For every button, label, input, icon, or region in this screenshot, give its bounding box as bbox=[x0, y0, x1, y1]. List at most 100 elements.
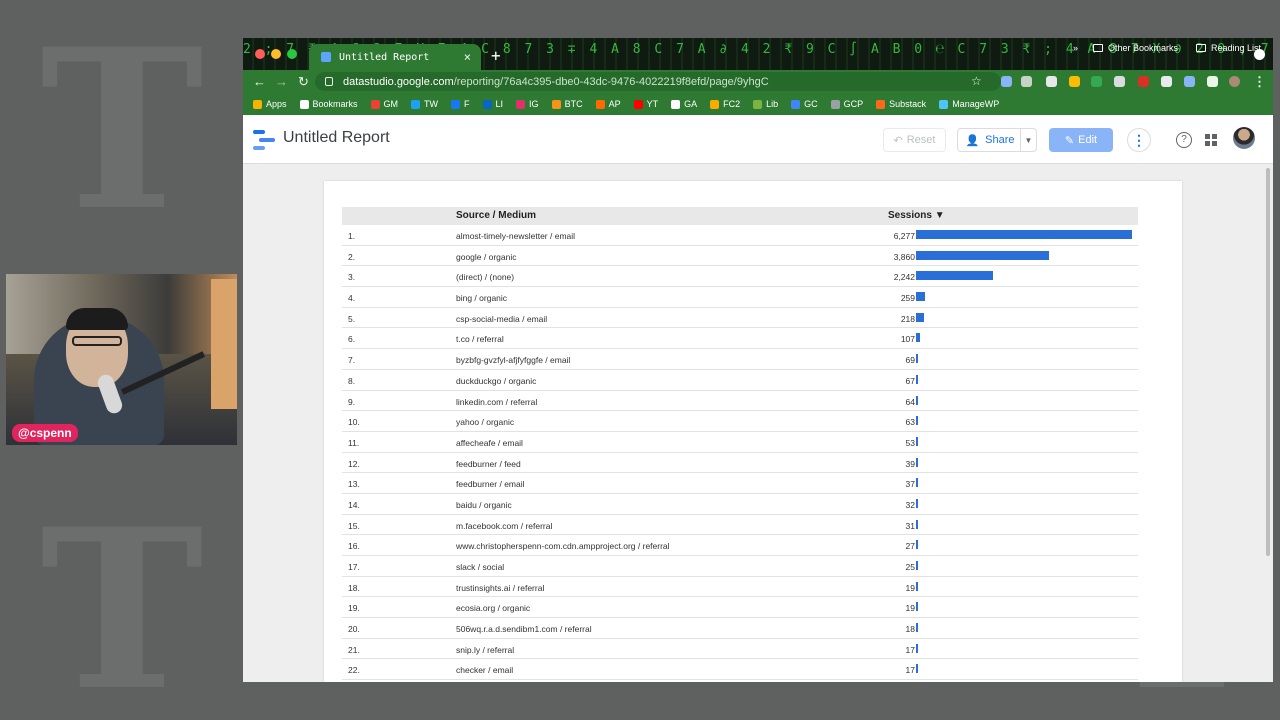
table-row[interactable]: 22. checker / email 17 bbox=[342, 659, 1138, 681]
new-tab-button[interactable]: + bbox=[491, 46, 501, 65]
bookmark-favicon-icon bbox=[753, 99, 763, 109]
table-row[interactable]: 4. bing / organic 259 bbox=[342, 287, 1138, 308]
tab-close-icon[interactable]: × bbox=[464, 50, 471, 64]
table-row[interactable]: 6. t.co / referral 107 bbox=[342, 328, 1138, 350]
bookmark-favicon-icon bbox=[876, 99, 886, 109]
table-row[interactable]: 11. affecheafe / email 53 bbox=[342, 432, 1138, 453]
bookmark-item[interactable]: IG bbox=[516, 99, 539, 109]
sessions-bar bbox=[916, 312, 924, 322]
bookmark-label: YT bbox=[646, 99, 659, 109]
back-arrow-icon[interactable]: ← bbox=[253, 74, 266, 89]
bookmark-favicon-icon bbox=[671, 99, 681, 109]
extension-icon[interactable] bbox=[1021, 76, 1032, 87]
row-sessions-value: 3,860 bbox=[893, 251, 915, 262]
vertical-scrollbar[interactable] bbox=[1266, 168, 1270, 556]
browser-menu-icon[interactable]: ⋮ bbox=[1253, 74, 1266, 90]
bookmark-item[interactable]: LI bbox=[482, 99, 503, 109]
more-options-icon[interactable]: ⋮ bbox=[1127, 128, 1151, 152]
row-index: 9. bbox=[348, 396, 356, 407]
webcam-poster bbox=[211, 279, 237, 409]
bookmark-item[interactable]: FC2 bbox=[710, 99, 740, 109]
extension-icon[interactable] bbox=[1114, 76, 1125, 87]
header-source-medium[interactable]: Source / Medium bbox=[456, 210, 536, 221]
bookmark-item[interactable]: Bookmarks bbox=[299, 99, 358, 109]
bookmarks-overflow[interactable]: » bbox=[1073, 43, 1078, 53]
extension-icon[interactable] bbox=[1161, 76, 1172, 87]
row-source-medium: snip.ly / referral bbox=[456, 644, 515, 655]
table-row[interactable]: 16. www.christopherspenn-com.cdn.ampproje… bbox=[342, 535, 1138, 556]
other-bookmarks-folder[interactable]: Other Bookmarks bbox=[1093, 43, 1178, 53]
table-row[interactable]: 3. (direct) / (none) 2,242 bbox=[342, 266, 1138, 288]
bookmark-item[interactable]: Lib bbox=[753, 99, 778, 109]
table-row[interactable]: 8. duckduckgo / organic 67 bbox=[342, 370, 1138, 391]
table-row[interactable]: 5. csp-social-media / email 218 bbox=[342, 308, 1138, 329]
apps-grid-icon[interactable] bbox=[1205, 134, 1217, 146]
sessions-table[interactable]: Source / Medium Sessions ▼ 1. almost-time… bbox=[342, 207, 1138, 681]
table-row[interactable]: 15. m.facebook.com / referral 31 bbox=[342, 515, 1138, 536]
header-sessions[interactable]: Sessions ▼ bbox=[888, 210, 945, 221]
help-icon[interactable]: ? bbox=[1176, 132, 1192, 148]
tab-untitled-report[interactable]: Untitled Report × bbox=[309, 44, 481, 70]
reload-icon[interactable]: ↻ bbox=[298, 74, 309, 90]
bookmark-item[interactable]: GM bbox=[370, 99, 398, 109]
puzzle-extensions-icon[interactable] bbox=[1207, 76, 1218, 87]
maximize-window-button[interactable] bbox=[287, 49, 297, 59]
share-button[interactable]: 👤 Share ▼ bbox=[957, 128, 1037, 152]
table-row[interactable]: 12. feedburner / feed 39 bbox=[342, 453, 1138, 474]
table-row[interactable]: 19. ecosia.org / organic 19 bbox=[342, 597, 1138, 619]
table-body: 1. almost-timely-newsletter / email 6,277 2… bbox=[342, 225, 1138, 681]
extension-icon[interactable] bbox=[1069, 76, 1080, 87]
bookmark-item[interactable]: ManageWP bbox=[939, 99, 999, 109]
extension-icon[interactable] bbox=[1184, 76, 1195, 87]
sessions-bar bbox=[916, 623, 918, 633]
table-row[interactable]: 7. byzbfg-gvzfyl-afjfyfggfe / email 69 bbox=[342, 349, 1138, 370]
forward-arrow-icon[interactable]: → bbox=[275, 74, 288, 89]
table-row[interactable]: 1. almost-timely-newsletter / email 6,277 bbox=[342, 225, 1138, 246]
table-row[interactable]: 10. yahoo / organic 63 bbox=[342, 411, 1138, 432]
extension-icon[interactable] bbox=[1138, 76, 1149, 87]
datastudio-logo-icon[interactable] bbox=[253, 130, 275, 150]
table-row[interactable]: 13. feedburner / email 37 bbox=[342, 473, 1138, 494]
bookmark-label: BTC bbox=[564, 99, 583, 109]
bookmark-star-icon[interactable]: ☆ bbox=[971, 74, 982, 88]
table-row[interactable]: 18. trustinsights.ai / referral 19 bbox=[342, 577, 1138, 598]
address-bar[interactable]: datastudio.google.com/reporting/76a4c395… bbox=[315, 72, 1001, 91]
pencil-icon: ✎ bbox=[1064, 134, 1075, 147]
bookmark-item[interactable]: AP bbox=[595, 99, 621, 109]
bookmark-favicon-icon bbox=[451, 99, 461, 109]
reading-list-button[interactable]: Reading List bbox=[1196, 43, 1261, 53]
bookmark-item[interactable]: BTC bbox=[551, 99, 583, 109]
table-row[interactable]: 17. slack / social 25 bbox=[342, 556, 1138, 577]
edit-button[interactable]: ✎ Edit bbox=[1049, 128, 1113, 152]
bookmark-item[interactable]: YT bbox=[633, 99, 659, 109]
table-row[interactable]: 21. snip.ly / referral 17 bbox=[342, 639, 1138, 660]
table-row[interactable]: 14. baidu / organic 32 bbox=[342, 494, 1138, 515]
bookmark-item[interactable]: Apps bbox=[253, 99, 287, 109]
bookmark-item[interactable]: F bbox=[451, 99, 470, 109]
bookmark-item[interactable]: GCP bbox=[830, 99, 863, 109]
report-title[interactable]: Untitled Report bbox=[283, 129, 390, 147]
extension-icon[interactable] bbox=[1046, 76, 1057, 87]
bookmark-label: Apps bbox=[266, 99, 287, 109]
table-row[interactable]: 2. google / organic 3,860 bbox=[342, 246, 1138, 267]
table-row[interactable]: 20. 506wq.r.a.d.sendibm1.com / referral 18 bbox=[342, 618, 1138, 639]
bookmark-item[interactable]: Substack bbox=[876, 99, 926, 109]
profile-avatar-icon[interactable] bbox=[1229, 76, 1240, 87]
sessions-bar bbox=[916, 602, 918, 612]
row-sessions-value: 107 bbox=[900, 334, 915, 345]
user-avatar[interactable] bbox=[1233, 127, 1255, 149]
minimize-window-button[interactable] bbox=[271, 49, 281, 59]
table-row[interactable]: 9. linkedin.com / referral 64 bbox=[342, 391, 1138, 412]
bookmark-item[interactable]: GA bbox=[671, 99, 697, 109]
bookmark-item[interactable]: GC bbox=[791, 99, 818, 109]
close-window-button[interactable] bbox=[255, 49, 265, 59]
extension-icon[interactable] bbox=[1091, 76, 1102, 87]
bookmark-favicon-icon bbox=[939, 99, 949, 109]
undo-icon: ↶ bbox=[893, 134, 903, 147]
bookmark-item[interactable]: TW bbox=[411, 99, 438, 109]
sessions-bar bbox=[916, 333, 920, 343]
reset-button[interactable]: ↶ Reset bbox=[883, 128, 946, 152]
browser-window: 2 ; 7 ₹ 4 C 8 7 X 7 4 C 8 7 3 ∓ 4 A 8 C … bbox=[243, 38, 1273, 682]
extension-icon[interactable] bbox=[1001, 76, 1012, 87]
share-dropdown-icon[interactable]: ▼ bbox=[1020, 129, 1036, 151]
